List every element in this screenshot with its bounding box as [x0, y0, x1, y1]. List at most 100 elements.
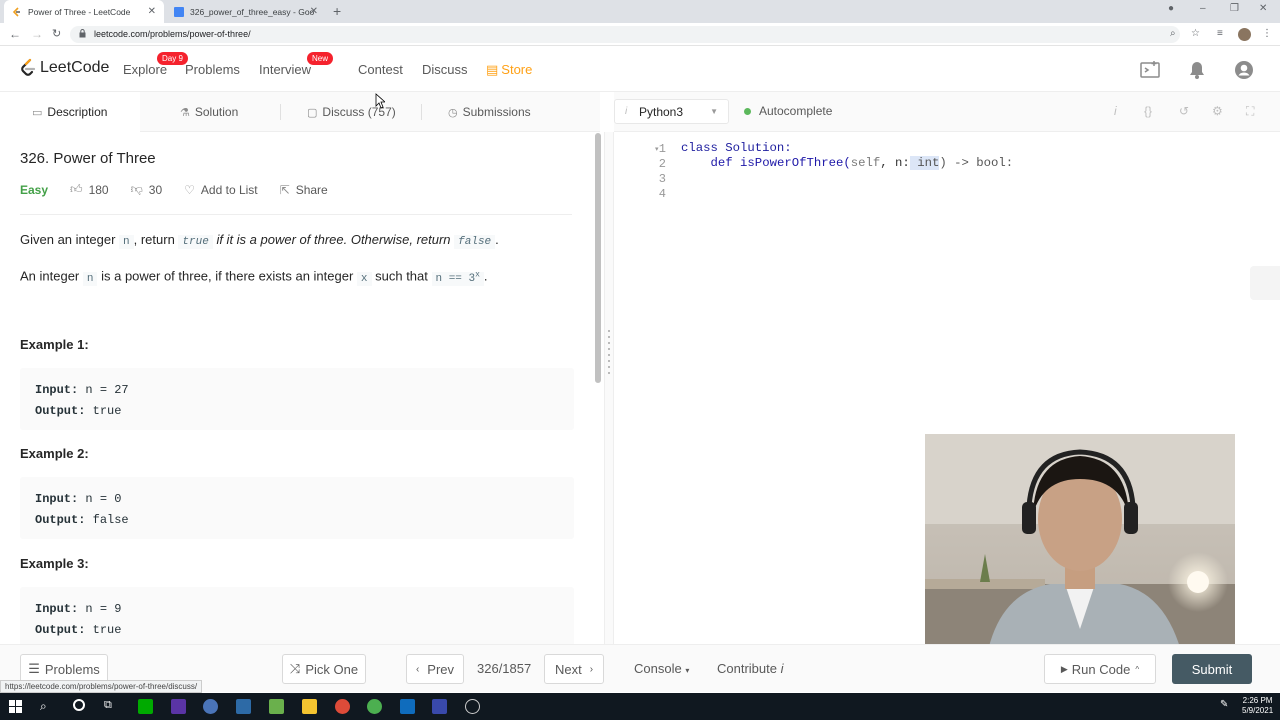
reading-list-icon[interactable]: ≡: [1217, 28, 1223, 39]
pick-one-button[interactable]: ⤨ Pick One: [282, 654, 366, 684]
browser-tab-docs[interactable]: 326_power_of_three_easy - Goo ✕: [166, 0, 326, 23]
reload-icon[interactable]: ↻: [52, 27, 61, 40]
next-button[interactable]: Next ›: [544, 654, 604, 684]
fullscreen-icon[interactable]: ⛶: [1246, 104, 1254, 119]
forward-icon[interactable]: →: [31, 27, 43, 41]
search-icon[interactable]: ⌕: [40, 699, 55, 714]
nav-store[interactable]: ▤ Store: [486, 62, 532, 78]
like-count: 180: [88, 182, 109, 197]
text: .: [483, 268, 488, 284]
store-icon: ▤: [486, 62, 499, 77]
problem-statement-1: Given an integer n, return true if it is…: [20, 231, 499, 251]
restore-icon[interactable]: ❐: [1230, 3, 1239, 14]
contribute-label: Contribute: [717, 661, 777, 676]
close-tab-icon[interactable]: ✕: [148, 6, 156, 17]
url-field[interactable]: leetcode.com/problems/power-of-three/: [70, 26, 1180, 43]
tab-solution[interactable]: ⚗ Solution: [140, 92, 280, 132]
superscript-x: x: [475, 270, 480, 279]
app-green-icon[interactable]: [367, 699, 382, 714]
thumbs-down-icon: 👎︎: [130, 182, 143, 196]
clock-icon: ◷: [448, 106, 458, 119]
pick-one-label: Pick One: [305, 661, 359, 677]
console-toggle[interactable]: Console ▾: [634, 661, 689, 676]
browser-tabstrip: Power of Three - LeetCode ✕ 326_power_of…: [0, 0, 1280, 23]
interview-new-badge: New: [307, 52, 334, 65]
app-icon[interactable]: [236, 699, 251, 714]
user-avatar-icon[interactable]: [1234, 60, 1254, 80]
browser-tab-leetcode[interactable]: Power of Three - LeetCode ✕: [4, 0, 164, 23]
prev-label: Prev: [427, 661, 455, 677]
format-braces-icon[interactable]: {}: [1144, 104, 1152, 118]
nav-discuss[interactable]: Discuss: [422, 62, 468, 77]
divider: [20, 214, 572, 215]
run-code-label: Run Code: [1071, 661, 1131, 677]
chevron-right-icon: ›: [589, 663, 594, 675]
app-blue-icon[interactable]: [432, 699, 447, 714]
pycharm-icon[interactable]: [138, 699, 153, 714]
window-close-icon[interactable]: ✕: [1259, 3, 1267, 14]
file-explorer-icon[interactable]: [302, 699, 317, 714]
pen-icon[interactable]: ✎: [1220, 699, 1235, 714]
share-button[interactable]: ⇱ Share: [280, 183, 328, 197]
line-number: 4: [658, 187, 666, 201]
input-value: n = 9: [78, 602, 122, 616]
description-panel: 326. Power of Three Easy 👍︎ 180 👎︎ 30 ♡ Add…: [0, 132, 600, 644]
output-value: false: [85, 513, 129, 527]
chrome-menu-icon[interactable]: ⋮: [1262, 28, 1272, 39]
new-tab-icon[interactable]: +: [333, 3, 341, 19]
tab-submissions[interactable]: ◷ Submissions: [422, 92, 572, 132]
obs-icon[interactable]: [465, 699, 480, 714]
panel-splitter[interactable]: [604, 132, 614, 644]
tab-discuss[interactable]: ▢ Discuss (757): [281, 92, 421, 132]
tab-description[interactable]: ▭ Description: [0, 92, 140, 132]
keyword-def: def: [710, 156, 733, 170]
info-icon[interactable]: i: [1114, 104, 1117, 118]
console-label: Console: [634, 661, 682, 676]
add-to-list-label: Add to List: [200, 182, 258, 197]
fold-caret-icon[interactable]: ▾: [655, 145, 659, 153]
chevron-left-icon: ‹: [415, 663, 420, 675]
playground-icon[interactable]: [1140, 60, 1160, 80]
close-tab-icon[interactable]: ✕: [310, 6, 318, 17]
like-button[interactable]: 👍︎ 180: [70, 182, 109, 197]
nav-contest[interactable]: Contest: [358, 62, 403, 77]
clock[interactable]: 2:26 PM 5/9/2021: [1242, 696, 1273, 716]
lock-icon: [79, 29, 86, 38]
dislike-count: 30: [148, 182, 163, 197]
leetcode-logo[interactable]: LeetCode: [20, 58, 109, 78]
cortana-icon[interactable]: [73, 699, 85, 711]
prev-button[interactable]: ‹ Prev: [406, 654, 464, 684]
input-label: Input:: [35, 492, 79, 506]
chrome-icon[interactable]: [335, 699, 350, 714]
visual-studio-icon[interactable]: [171, 699, 186, 714]
text: is a power of three, if there exists an …: [97, 268, 357, 284]
dislike-button[interactable]: 👎︎ 30: [131, 182, 163, 197]
language-select[interactable]: i Python3 ▼: [614, 99, 729, 124]
back-icon[interactable]: ←: [9, 27, 21, 41]
autocomplete-toggle[interactable]: Autocomplete: [744, 104, 832, 118]
drag-handle-icon[interactable]: [608, 330, 610, 374]
reset-icon[interactable]: ↺: [1179, 104, 1189, 118]
profile-dot-icon[interactable]: ●: [1168, 3, 1174, 14]
run-code-button[interactable]: ▶ Run Code ^: [1044, 654, 1156, 684]
nav-interview[interactable]: Interview: [259, 62, 311, 77]
notification-bell-icon[interactable]: [1187, 60, 1207, 80]
minimize-icon[interactable]: –: [1200, 3, 1206, 14]
r-icon[interactable]: [203, 699, 218, 714]
settings-icon[interactable]: ⚙: [1212, 104, 1223, 118]
outlook-icon[interactable]: [400, 699, 415, 714]
zoom-icon[interactable]: ⌕: [1170, 28, 1176, 39]
example-2-heading: Example 2:: [20, 446, 89, 461]
task-view-icon[interactable]: ⧉: [104, 699, 119, 714]
notepad-icon[interactable]: [269, 699, 284, 714]
browser-profile-avatar[interactable]: [1238, 28, 1251, 41]
next-label: Next: [554, 661, 582, 677]
submit-button[interactable]: Submit: [1172, 654, 1252, 684]
side-panel-toggle[interactable]: [1250, 266, 1280, 300]
windows-start-icon[interactable]: [8, 699, 23, 714]
description-scrollbar[interactable]: [595, 133, 601, 383]
add-to-list-button[interactable]: ♡ Add to List: [184, 183, 257, 197]
bookmark-star-icon[interactable]: ☆: [1191, 28, 1200, 39]
nav-problems[interactable]: Problems: [185, 62, 240, 77]
contribute-link[interactable]: Contribute i: [717, 661, 784, 676]
